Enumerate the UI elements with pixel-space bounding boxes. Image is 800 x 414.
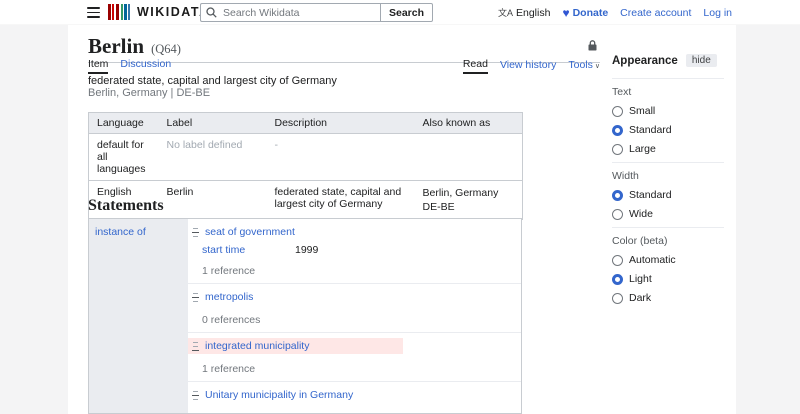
donate-label: Donate xyxy=(573,7,609,19)
term-aliases xyxy=(415,134,523,181)
radio-width-standard[interactable]: Standard xyxy=(612,189,724,201)
claim-value-row: seat of government xyxy=(188,224,299,240)
claim-value-row-deprecated: integrated municipality xyxy=(188,338,403,354)
term-description[interactable]: federated state, capital and largest cit… xyxy=(267,181,415,220)
search-bar: Search xyxy=(200,3,433,22)
window-scrollbar[interactable] xyxy=(791,0,800,414)
tab-read[interactable]: Read xyxy=(463,58,488,74)
terms-table-header-row: Language Label Description Also known as xyxy=(89,113,523,134)
wikidata-logo[interactable]: WIKIDATA xyxy=(108,4,210,20)
heart-icon: ♥ xyxy=(562,7,569,19)
appearance-section-width: Width xyxy=(612,162,724,182)
content-area: Berlin (Q64) Item Discussion Read View h… xyxy=(68,25,736,414)
tab-discussion[interactable]: Discussion xyxy=(120,58,171,74)
search-icon xyxy=(206,7,217,18)
radio-icon[interactable] xyxy=(612,144,623,155)
claim-qualifier: start time 1999 xyxy=(202,244,521,256)
radio-icon[interactable] xyxy=(612,106,623,117)
top-header: WIKIDATA Search 文A English ♥ Donate Crea… xyxy=(0,0,800,25)
wikidata-logo-text: WIKIDATA xyxy=(137,5,210,19)
rank-selector-icon[interactable] xyxy=(192,341,199,352)
term-language: default for all languages xyxy=(89,134,159,181)
radio-icon[interactable] xyxy=(612,255,623,266)
qualifier-value: 1999 xyxy=(295,244,318,256)
appearance-section-color: Color (beta) xyxy=(612,227,724,247)
rank-selector-icon[interactable] xyxy=(192,227,199,238)
donate-link[interactable]: ♥ Donate xyxy=(562,7,608,19)
claim-value-link[interactable]: Unitary municipality in Germany xyxy=(205,389,353,401)
tools-menu[interactable]: Tools∨ xyxy=(568,59,600,73)
radio-color-dark[interactable]: Dark xyxy=(612,292,724,304)
appearance-panel: Appearance hide Text Small Standard Larg… xyxy=(612,54,724,311)
language-icon: 文A xyxy=(498,6,513,19)
radio-color-light[interactable]: Light xyxy=(612,273,724,285)
statements-heading: Statements xyxy=(88,197,164,215)
references-toggle[interactable]: 1 reference xyxy=(202,265,521,277)
claim-value-link[interactable]: integrated municipality xyxy=(205,340,309,352)
term-label[interactable]: No label defined xyxy=(159,134,267,181)
property-link-instance-of[interactable]: instance of xyxy=(95,226,146,238)
claim-value-link[interactable]: metropolis xyxy=(205,291,253,303)
language-label: English xyxy=(516,7,550,19)
appearance-section-text: Text xyxy=(612,78,724,98)
references-toggle[interactable]: 0 references xyxy=(202,314,521,326)
qualifier-property-link[interactable]: start time xyxy=(202,244,295,256)
table-row: default for all languages No label defin… xyxy=(89,134,523,181)
radio-text-large[interactable]: Large xyxy=(612,143,724,155)
protection-lock-icon xyxy=(588,40,597,51)
create-account-link[interactable]: Create account xyxy=(620,7,691,19)
entity-description: federated state, capital and largest cit… xyxy=(88,75,337,87)
page-title: Berlin xyxy=(88,34,144,58)
header-user-links: 文A English ♥ Donate Create account Log i… xyxy=(498,0,732,25)
statement-group: instance of seat of government start tim… xyxy=(88,218,522,414)
term-description[interactable]: - xyxy=(267,134,415,181)
entity-id: (Q64) xyxy=(151,42,181,56)
references-toggle[interactable]: 1 reference xyxy=(202,363,521,375)
column-header-description: Description xyxy=(267,113,415,134)
entity-aliases: Berlin, Germany | DE-BE xyxy=(88,87,210,99)
appearance-title: Appearance xyxy=(612,55,678,67)
claim-value-row: Unitary municipality in Germany xyxy=(188,387,357,403)
radio-text-standard[interactable]: Standard xyxy=(612,124,724,136)
radio-checked-icon[interactable] xyxy=(612,190,623,201)
claim-value-link[interactable]: seat of government xyxy=(205,226,295,238)
tab-bar: Item Discussion Read View history Tools∨ xyxy=(88,58,600,74)
radio-text-small[interactable]: Small xyxy=(612,105,724,117)
search-button[interactable]: Search xyxy=(380,3,433,22)
statement-claims-column: seat of government start time 1999 1 ref… xyxy=(188,219,521,413)
statement-claim: metropolis 0 references xyxy=(188,284,521,333)
term-aliases[interactable]: Berlin, Germany DE-BE xyxy=(415,181,523,220)
term-label[interactable]: Berlin xyxy=(159,181,267,220)
radio-icon[interactable] xyxy=(612,293,623,304)
radio-icon[interactable] xyxy=(612,209,623,220)
appearance-hide-button[interactable]: hide xyxy=(686,54,717,67)
wikidata-logo-barcode-icon xyxy=(108,4,130,20)
claim-value-row: metropolis xyxy=(188,289,257,305)
radio-width-wide[interactable]: Wide xyxy=(612,208,724,220)
chevron-down-icon: ∨ xyxy=(595,63,600,70)
login-link[interactable]: Log in xyxy=(703,7,732,19)
hamburger-menu-icon[interactable] xyxy=(87,7,100,18)
column-header-language: Language xyxy=(89,113,159,134)
search-input[interactable] xyxy=(200,3,380,22)
radio-checked-icon[interactable] xyxy=(612,125,623,136)
column-header-also-known-as: Also known as xyxy=(415,113,523,134)
statement-claim: Unitary municipality in Germany 1 refere… xyxy=(188,382,521,414)
rank-selector-icon[interactable] xyxy=(192,292,199,303)
radio-color-automatic[interactable]: Automatic xyxy=(612,254,724,266)
tab-view-history[interactable]: View history xyxy=(500,59,556,73)
column-header-label: Label xyxy=(159,113,267,134)
rank-selector-icon[interactable] xyxy=(192,390,199,401)
statement-claim: seat of government start time 1999 1 ref… xyxy=(188,219,521,284)
radio-checked-icon[interactable] xyxy=(612,274,623,285)
statement-claim: integrated municipality 1 reference xyxy=(188,333,521,382)
tab-item[interactable]: Item xyxy=(88,58,108,74)
language-selector[interactable]: 文A English xyxy=(498,6,550,19)
statement-property-column: instance of xyxy=(89,219,188,413)
